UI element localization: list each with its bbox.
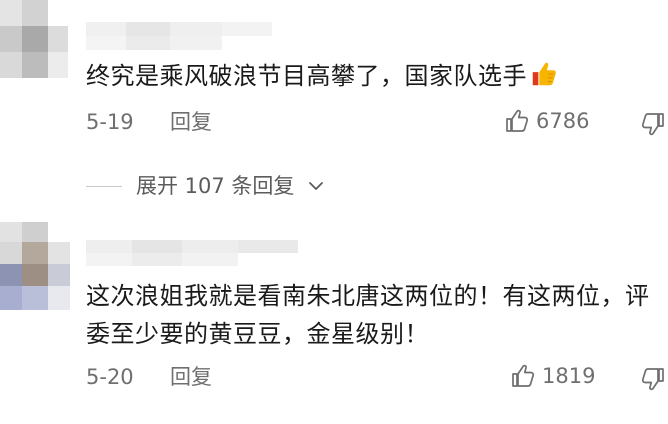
comment-body: 这次浪姐我就是看南朱北唐这两位的！有这两位，评委至少要的黄豆豆，金星级别！ (86, 282, 650, 348)
reply-button[interactable]: 回复 (170, 363, 212, 391)
like-count: 6786 (536, 109, 590, 133)
comment-body: 终究是乘风破浪节目高攀了，国家队选手 (86, 62, 527, 90)
expand-replies-label: 展开 107 条回复 (136, 174, 295, 198)
like-button[interactable]: 1819 (510, 362, 595, 390)
avatar-pixelated[interactable] (0, 0, 80, 80)
chevron-down-icon (309, 182, 324, 190)
dislike-icon[interactable] (640, 111, 666, 137)
dislike-icon[interactable] (640, 366, 666, 392)
like-icon (506, 109, 529, 132)
like-count: 1819 (542, 364, 596, 388)
expand-replies-button[interactable]: 展开 107 条回复 (86, 172, 324, 200)
like-icon (512, 364, 535, 387)
reply-button[interactable]: 回复 (170, 108, 212, 136)
comment-text: 终究是乘风破浪节目高攀了，国家队选手 (86, 57, 646, 95)
comment-date: 5-19 (86, 110, 134, 134)
thumbs-up-icon (532, 62, 556, 86)
divider (86, 185, 122, 187)
username-pixelated[interactable] (86, 22, 286, 50)
comment-text: 这次浪姐我就是看南朱北唐这两位的！有这两位，评委至少要的黄豆豆，金星级别！ (86, 277, 650, 353)
avatar-pixelated[interactable] (0, 222, 80, 314)
comment-date: 5-20 (86, 365, 134, 389)
username-pixelated[interactable] (86, 240, 312, 266)
like-button[interactable]: 6786 (504, 107, 589, 135)
comment-thread: 终究是乘风破浪节目高攀了，国家队选手 5-19 回复 6786 展开 107 条… (0, 0, 668, 424)
